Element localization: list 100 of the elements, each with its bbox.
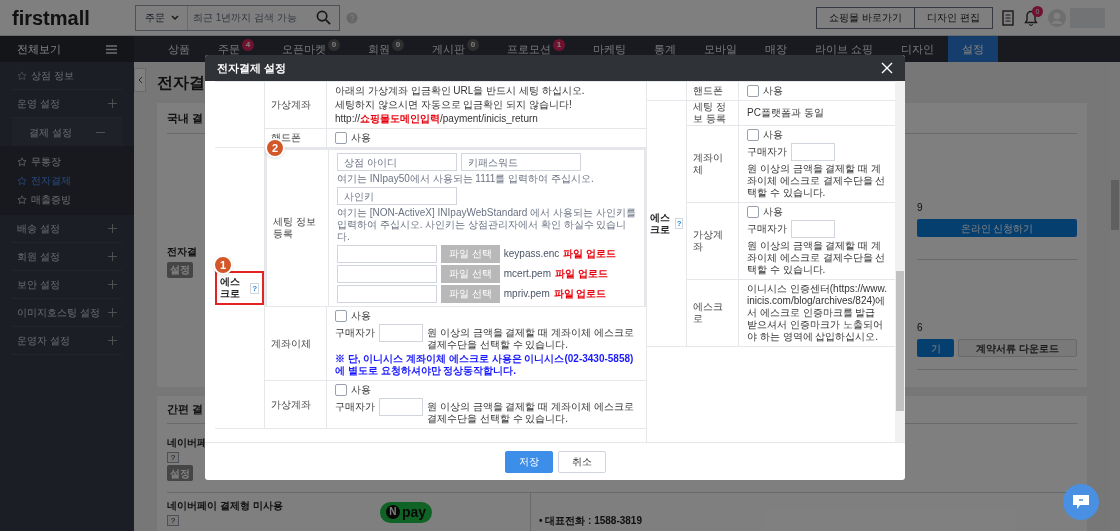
star-icon: [17, 175, 27, 186]
text-field[interactable]: 키패스워드: [461, 153, 581, 171]
file-select-button[interactable]: 파일 선택: [441, 265, 500, 283]
sidebar-subitem[interactable]: 매출증빙: [0, 190, 134, 209]
collapse-sidebar-button[interactable]: [134, 68, 146, 92]
help-button[interactable]: ?: [167, 452, 179, 463]
cancel-button[interactable]: 취소: [557, 450, 606, 473]
checkbox-label: 사용: [763, 129, 783, 141]
text-field[interactable]: [337, 265, 437, 283]
tab-badge: 1: [553, 39, 565, 51]
star-icon: [17, 194, 27, 205]
card-heading: 국내 결: [167, 110, 204, 126]
checkbox[interactable]: [747, 206, 759, 218]
upload-link[interactable]: 파일 업로드: [563, 248, 617, 260]
row-label: 세팅 정보 등록: [693, 101, 727, 125]
sentence-text: 원 이상의 금액을 결제할 때 계좌이체 에스크로 결제수단을 선택할 수 있습니다.: [427, 400, 635, 425]
scroll-thumb[interactable]: [1111, 180, 1119, 230]
nav-tab[interactable]: 상품: [154, 36, 204, 62]
row-label: 계좌이체: [271, 337, 311, 350]
row-label: 핸드폰: [693, 85, 723, 97]
text-field[interactable]: 상점 아이디: [337, 153, 457, 171]
sidebar-item[interactable]: 회원 설정: [17, 249, 60, 264]
checkbox[interactable]: [335, 384, 347, 396]
upload-link[interactable]: 파일 업로드: [553, 288, 607, 300]
sentence-text: 원 이상의 금액을 결제할 때 계좌이체 에스크로 결제수단을 선택할 수 있습니다.: [747, 240, 887, 276]
text-field[interactable]: [379, 398, 423, 416]
row-label: 네이버페이 결제형 미사용: [167, 499, 283, 513]
apply-button[interactable]: 기: [917, 339, 954, 357]
checkbox-label: 사용: [763, 206, 783, 218]
upload-link[interactable]: 파일 업로드: [555, 268, 608, 280]
file-name: mcert.pem: [503, 268, 551, 280]
checkbox[interactable]: [747, 85, 759, 97]
sidebar-item[interactable]: 보안 설정: [17, 277, 60, 292]
row-label: 에스크로: [693, 301, 724, 325]
expand-icon[interactable]: [108, 280, 117, 289]
checkbox-label: 사용: [763, 85, 783, 97]
nav-tab[interactable]: 디자인: [887, 36, 949, 62]
file-name: keypass.enc: [503, 248, 560, 260]
sentence-text: 구매자가: [747, 223, 787, 235]
expand-icon[interactable]: [108, 99, 117, 108]
tab-badge: 4: [242, 39, 254, 51]
sentence-text: 구매자가: [335, 400, 375, 414]
text-field[interactable]: [379, 324, 423, 342]
tab-badge: 0: [328, 39, 340, 51]
setting-text: PC플랫폼과 동일: [747, 107, 825, 119]
group-label: 에스크로: [220, 276, 241, 300]
bell-icon[interactable]: [1024, 9, 1038, 26]
row-label: 전자결: [167, 244, 198, 259]
apply-online-button[interactable]: 온라인 신청하기: [917, 219, 1077, 237]
contact-text: • 대표전화 : 1588-3819: [539, 515, 642, 526]
text-fragment: 6: [917, 321, 924, 335]
modal-title: 전자결제 설정: [217, 60, 287, 76]
expand-icon[interactable]: [108, 252, 117, 261]
text-fragment: 9: [917, 201, 924, 215]
file-select-button[interactable]: 파일 선택: [441, 285, 500, 303]
help-button[interactable]: ?: [675, 218, 683, 229]
row-label: 가상계좌: [271, 99, 311, 111]
download-contract-button[interactable]: 계약서류 다운로드: [958, 339, 1077, 357]
checkbox[interactable]: [747, 129, 759, 141]
sidebar-subitem[interactable]: 무통장: [0, 152, 134, 171]
text-field[interactable]: [791, 220, 835, 238]
file-select-button[interactable]: 파일 선택: [441, 245, 500, 263]
nav-tab[interactable]: 설정: [948, 36, 999, 62]
scroll-thumb[interactable]: [896, 271, 904, 411]
sidebar-item[interactable]: 이미지호스팅 설정: [17, 305, 100, 320]
menu-label: 전체보기: [17, 41, 61, 57]
chat-bubble-icon: [1072, 494, 1090, 510]
chevron-left-icon: [137, 76, 143, 84]
expand-icon[interactable]: [108, 224, 117, 233]
chat-button[interactable]: [1063, 484, 1099, 520]
sidebar-item[interactable]: 상점 정보: [31, 68, 74, 83]
checkbox-label: 사용: [351, 310, 371, 322]
help-icon[interactable]: [346, 11, 358, 24]
text-field[interactable]: [337, 285, 437, 303]
sidebar-subitem[interactable]: 전자결제: [0, 171, 134, 190]
notice-text: 아래의 가상계좌 입금확인 URL을 반드시 세팅 하십시오.: [335, 85, 586, 97]
expand-icon[interactable]: [108, 336, 117, 345]
save-button[interactable]: 저장: [504, 450, 553, 473]
menu-icon[interactable]: [106, 44, 117, 54]
checkbox[interactable]: [335, 310, 347, 322]
sidebar-item[interactable]: 운영자 설정: [17, 333, 70, 348]
close-icon[interactable]: [881, 62, 893, 74]
tab-badge: 0: [392, 39, 404, 51]
notice-text: 세팅하지 않으시면 자동으로 입금확인 되지 않습니다!: [335, 99, 573, 111]
expand-icon[interactable]: [108, 308, 117, 317]
text-field[interactable]: [337, 245, 437, 263]
help-button[interactable]: ?: [250, 282, 259, 294]
checkbox[interactable]: [335, 132, 347, 144]
document-icon[interactable]: [1002, 9, 1014, 26]
help-button[interactable]: ?: [167, 515, 179, 526]
search-scope-dropdown[interactable]: 주문: [136, 5, 188, 30]
search-icon[interactable]: [316, 10, 331, 25]
npay-logo: N pay: [380, 501, 432, 523]
search-field[interactable]: 주문 최근 1년까지 검색 가능: [135, 4, 340, 31]
header-button[interactable]: 쇼핑몰 바로가기: [816, 6, 916, 29]
notice-text: http://쇼핑몰도메인입력/payment/inicis_return: [335, 113, 539, 125]
text-field[interactable]: 사인키: [337, 187, 457, 205]
logo[interactable]: firstmall: [12, 7, 135, 28]
text-field[interactable]: [791, 143, 835, 161]
header-button[interactable]: 디자인 편집: [914, 6, 993, 29]
